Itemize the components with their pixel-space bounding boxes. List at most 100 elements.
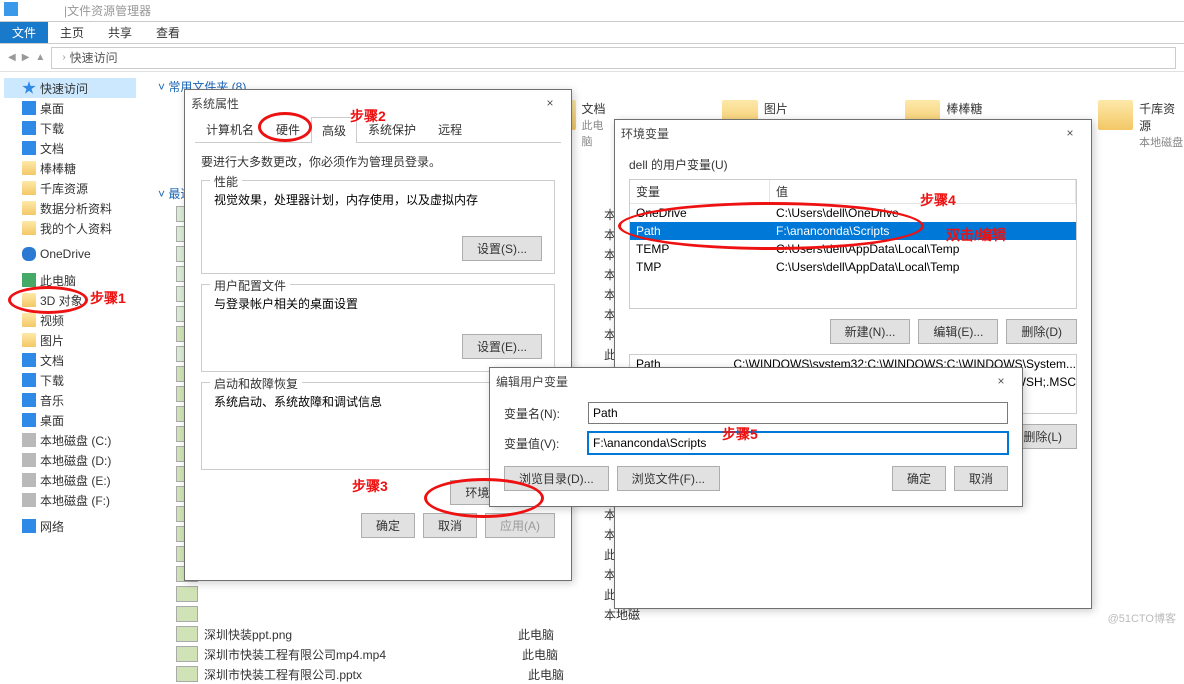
file-thumb xyxy=(176,606,198,622)
nav-3dobjects[interactable]: 3D 对象 xyxy=(4,290,136,310)
nav-wode[interactable]: 我的个人资料 xyxy=(4,218,136,238)
nav-onedrive[interactable]: OneDrive xyxy=(4,244,136,264)
userprofile-group: 用户配置文件 与登录帐户相关的桌面设置 设置(E)... xyxy=(201,284,555,372)
edit-user-var-dialog: 编辑用户变量 × 变量名(N): 变量值(V): 浏览目录(D)... 浏览文件… xyxy=(489,367,1023,507)
disk-icon xyxy=(22,433,36,447)
disk-icon xyxy=(22,473,36,487)
download-icon xyxy=(22,121,36,135)
nav-bangbang[interactable]: 棒棒糖 xyxy=(4,158,136,178)
browse-dir-button[interactable]: 浏览目录(D)... xyxy=(504,466,609,491)
userprofile-settings-button[interactable]: 设置(E)... xyxy=(462,334,542,359)
nav-documents2[interactable]: 文档 xyxy=(4,350,136,370)
list-row-selected[interactable]: PathF:\ananconda\Scripts xyxy=(630,222,1076,240)
network-icon xyxy=(22,519,36,533)
tab-share[interactable]: 共享 xyxy=(96,22,144,43)
nav-downloads[interactable]: 下载 xyxy=(4,118,136,138)
perf-group: 性能 视觉效果，处理器计划，内存使用，以及虚拟内存 设置(S)... xyxy=(201,180,555,274)
tab-system-protection[interactable]: 系统保护 xyxy=(357,116,427,142)
edit-button[interactable]: 编辑(E)... xyxy=(918,319,998,344)
dialog-title: 环境变量 xyxy=(621,125,669,142)
nav-shuju[interactable]: 数据分析资料 xyxy=(4,198,136,218)
cancel-button[interactable]: 取消 xyxy=(423,513,477,538)
new-button[interactable]: 新建(N)... xyxy=(830,319,911,344)
video-thumb xyxy=(176,646,198,662)
quick-access-toolbar xyxy=(4,2,64,19)
apply-button[interactable]: 应用(A) xyxy=(485,513,555,538)
list-row[interactable]: TMPC:\Users\dell\AppData\Local\Temp xyxy=(630,258,1076,276)
picture-icon xyxy=(22,333,36,347)
nav-diske[interactable]: 本地磁盘 (E:) xyxy=(4,470,136,490)
nav-diskf[interactable]: 本地磁盘 (F:) xyxy=(4,490,136,510)
tab-computer-name[interactable]: 计算机名 xyxy=(195,116,265,142)
dialog-buttons: 确定 取消 应用(A) xyxy=(185,505,571,546)
perf-settings-button[interactable]: 设置(S)... xyxy=(462,236,542,261)
nav-diskd[interactable]: 本地磁盘 (D:) xyxy=(4,450,136,470)
file-row-png[interactable]: 深圳快装ppt.png此电脑 xyxy=(176,624,1176,644)
forward-icon[interactable]: ▶ xyxy=(22,52,30,63)
download-icon xyxy=(22,373,36,387)
tab-home[interactable]: 主页 xyxy=(48,22,96,43)
file-row-pptx[interactable]: 深圳市快装工程有限公司.pptx此电脑 xyxy=(176,664,1176,684)
tab-hardware[interactable]: 硬件 xyxy=(265,116,311,142)
breadcrumb[interactable]: › 快速访问 xyxy=(51,47,1176,69)
desktop-icon xyxy=(22,413,36,427)
tab-advanced[interactable]: 高级 xyxy=(311,117,357,143)
ribbon: 文件 主页 共享 查看 xyxy=(0,22,1184,44)
dialog-titlebar: 编辑用户变量 × xyxy=(490,368,1022,394)
nav-thispc[interactable]: 此电脑 xyxy=(4,270,136,290)
nav-pane: 快速访问 桌面 下载 文档 棒棒糖 千库资源 数据分析资料 我的个人资料 One… xyxy=(0,72,140,630)
list-header: 变量值 xyxy=(630,180,1076,204)
dialog-titlebar: 系统属性 × xyxy=(185,90,571,116)
back-icon[interactable]: ◀ xyxy=(8,52,16,63)
breadcrumb-root[interactable]: 快速访问 xyxy=(70,49,118,66)
document-icon xyxy=(22,353,36,367)
address-bar: ◀ ▶ ▲ › 快速访问 xyxy=(0,44,1184,72)
nav-downloads2[interactable]: 下载 xyxy=(4,370,136,390)
list-row[interactable]: OneDriveC:\Users\dell\OneDrive xyxy=(630,204,1076,222)
nav-diskc[interactable]: 本地磁盘 (C:) xyxy=(4,430,136,450)
user-vars-list[interactable]: 变量值 OneDriveC:\Users\dell\OneDrive PathF… xyxy=(629,179,1077,309)
env-vars-dialog: 环境变量 × dell 的用户变量(U) 变量值 OneDriveC:\User… xyxy=(614,119,1092,609)
nav-network[interactable]: 网络 xyxy=(4,516,136,536)
cancel-button[interactable]: 取消 xyxy=(954,466,1008,491)
close-icon[interactable]: × xyxy=(986,374,1016,388)
folder-icon xyxy=(22,161,36,175)
folder-icon xyxy=(22,181,36,195)
sysprop-tabs: 计算机名 硬件 高级 系统保护 远程 xyxy=(195,116,561,143)
disk-icon xyxy=(22,493,36,507)
folder-icon xyxy=(1098,100,1134,130)
document-icon xyxy=(22,141,36,155)
var-value-label: 变量值(V): xyxy=(504,435,574,452)
var-name-input[interactable] xyxy=(588,402,1008,424)
nav-desktop[interactable]: 桌面 xyxy=(4,98,136,118)
music-icon xyxy=(22,393,36,407)
nav-videos[interactable]: 视频 xyxy=(4,310,136,330)
close-icon[interactable]: × xyxy=(535,96,565,110)
up-icon[interactable]: ▲ xyxy=(35,52,45,63)
nav-desktop2[interactable]: 桌面 xyxy=(4,410,136,430)
file-thumb xyxy=(176,586,198,602)
ok-button[interactable]: 确定 xyxy=(892,466,946,491)
cloud-icon xyxy=(22,247,36,261)
image-thumb xyxy=(176,626,198,642)
delete-button[interactable]: 删除(D) xyxy=(1006,319,1077,344)
nav-quick-access[interactable]: 快速访问 xyxy=(4,78,136,98)
nav-qianku[interactable]: 千库资源 xyxy=(4,178,136,198)
dialog-title: 编辑用户变量 xyxy=(496,373,568,390)
list-row[interactable]: TEMPC:\Users\dell\AppData\Local\Temp xyxy=(630,240,1076,258)
tab-remote[interactable]: 远程 xyxy=(427,116,473,142)
var-name-row: 变量名(N): xyxy=(504,402,1008,424)
tab-file[interactable]: 文件 xyxy=(0,22,48,43)
file-row-mp4[interactable]: 深圳市快装工程有限公司mp4.mp4此电脑 xyxy=(176,644,1176,664)
nav-documents[interactable]: 文档 xyxy=(4,138,136,158)
ok-button[interactable]: 确定 xyxy=(361,513,415,538)
nav-music[interactable]: 音乐 xyxy=(4,390,136,410)
nav-pictures[interactable]: 图片 xyxy=(4,330,136,350)
titlebar: | 文件资源管理器 xyxy=(0,0,1184,22)
var-value-input[interactable] xyxy=(588,432,1008,454)
window-title: 文件资源管理器 xyxy=(67,2,151,19)
browse-file-button[interactable]: 浏览文件(F)... xyxy=(617,466,720,491)
tab-view[interactable]: 查看 xyxy=(144,22,192,43)
folder-qianku[interactable]: 千库资源本地磁盘 xyxy=(1098,100,1184,150)
close-icon[interactable]: × xyxy=(1055,126,1085,140)
